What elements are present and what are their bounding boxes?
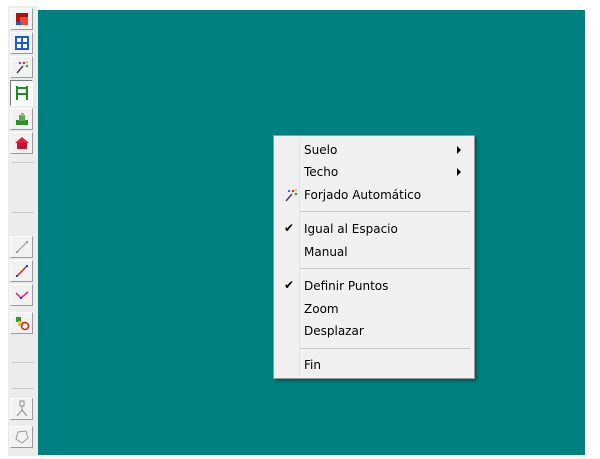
lasso-polygon-icon bbox=[14, 430, 29, 444]
green-figure-icon bbox=[15, 113, 28, 125]
menu-item-label: Techo bbox=[304, 165, 339, 179]
lasso-tool-button[interactable] bbox=[10, 426, 33, 448]
menu-item-label: Zoom bbox=[304, 302, 339, 316]
gray-line-tool-button[interactable] bbox=[10, 236, 33, 258]
ladder-tool-button[interactable] bbox=[10, 80, 33, 106]
menu-item-suelo[interactable]: Suelo bbox=[274, 139, 474, 161]
stick-figure-icon bbox=[16, 400, 27, 417]
toolbar-separator bbox=[12, 362, 34, 363]
red-house-icon bbox=[14, 137, 29, 149]
vertical-toolbar bbox=[8, 6, 38, 456]
menu-item-label: Definir Puntos bbox=[304, 279, 389, 293]
submenu-arrow-icon bbox=[457, 146, 461, 154]
menu-item-label: Igual al Espacio bbox=[304, 222, 398, 236]
sparkle-wand-icon bbox=[285, 189, 298, 202]
gray-line-icon bbox=[15, 241, 28, 253]
menu-item-igual-al-espacio[interactable]: ✔ Igual al Espacio bbox=[274, 218, 474, 240]
house-tool-button[interactable] bbox=[10, 132, 33, 154]
room-tool-button[interactable] bbox=[10, 8, 33, 30]
polyline-tool-button[interactable] bbox=[10, 284, 33, 306]
red-line-icon bbox=[15, 265, 28, 277]
menu-item-label: Desplazar bbox=[304, 324, 364, 338]
menu-separator bbox=[300, 348, 470, 349]
red-line-tool-button[interactable] bbox=[10, 260, 33, 282]
red-room-icon bbox=[15, 13, 28, 25]
menu-item-zoom[interactable]: Zoom bbox=[274, 298, 474, 320]
green-ladder-icon bbox=[15, 86, 28, 100]
menu-item-label: Manual bbox=[304, 245, 348, 259]
blue-grid-window-icon bbox=[14, 36, 29, 50]
checkmark-icon: ✔ bbox=[284, 221, 295, 235]
toolbar-separator bbox=[12, 162, 34, 163]
menu-separator bbox=[300, 268, 470, 269]
menu-item-fin[interactable]: Fin bbox=[274, 354, 474, 376]
figure-tool-button[interactable] bbox=[10, 108, 33, 130]
window-tool-button[interactable] bbox=[10, 32, 33, 54]
menu-item-manual[interactable]: Manual bbox=[274, 241, 474, 263]
menu-item-techo[interactable]: Techo bbox=[274, 161, 474, 183]
green-red-shapes-icon bbox=[15, 317, 29, 331]
stick-figure-tool-button[interactable] bbox=[10, 398, 33, 420]
sparkle-wand-icon bbox=[15, 61, 28, 74]
toolbar-separator bbox=[12, 212, 34, 213]
context-menu: Suelo Techo Forjado Automático ✔ Igual a… bbox=[273, 135, 475, 379]
menu-item-desplazar[interactable]: Desplazar bbox=[274, 320, 474, 342]
menu-item-label: Suelo bbox=[304, 143, 338, 157]
auto-slab-tool-button[interactable] bbox=[10, 56, 33, 78]
menu-separator bbox=[300, 211, 470, 212]
menu-item-label: Forjado Automático bbox=[304, 188, 422, 202]
submenu-arrow-icon bbox=[457, 168, 461, 176]
checkmark-icon: ✔ bbox=[284, 278, 295, 292]
menu-item-definir-puntos[interactable]: ✔ Definir Puntos bbox=[274, 275, 474, 297]
polyline-icon bbox=[14, 291, 28, 300]
menu-item-forjado-automatico[interactable]: Forjado Automático bbox=[274, 184, 474, 206]
menu-item-label: Fin bbox=[304, 358, 321, 372]
shapes-tool-button[interactable] bbox=[10, 312, 33, 334]
toolbar-separator bbox=[12, 388, 34, 389]
